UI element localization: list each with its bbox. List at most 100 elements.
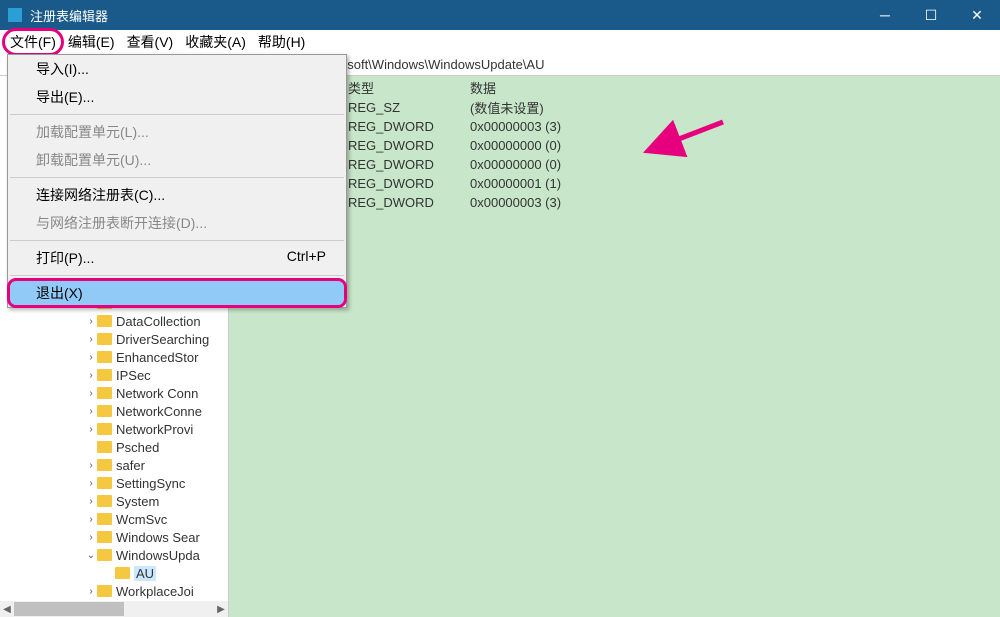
row-data: (数值未设置) [466, 98, 666, 117]
folder-icon [97, 423, 112, 435]
tree-item[interactable]: Psched [0, 438, 228, 456]
menu-item-print[interactable]: 打印(P)... Ctrl+P [8, 244, 346, 272]
tree-item[interactable]: › WcmSvc [0, 510, 228, 528]
column-header-data[interactable]: 数据 [466, 78, 666, 98]
folder-icon [97, 351, 112, 363]
chevron-right-icon[interactable]: › [85, 586, 97, 597]
folder-icon [115, 567, 130, 579]
tree-item[interactable]: › Network Conn [0, 384, 228, 402]
maximize-button[interactable]: ☐ [908, 0, 954, 30]
menu-item-exit[interactable]: 退出(X) [8, 279, 346, 307]
tree-item-label: safer [116, 458, 145, 473]
folder-icon [97, 405, 112, 417]
tree-item[interactable]: ⌄ WindowsUpda [0, 546, 228, 564]
chevron-right-icon[interactable]: › [85, 424, 97, 435]
menu-help[interactable]: 帮助(H) [252, 30, 311, 54]
menu-edit[interactable]: 编辑(E) [62, 30, 121, 54]
tree-item-label: Windows Sear [116, 530, 200, 545]
tree-item[interactable]: AU [0, 564, 228, 582]
row-type: REG_DWORD [344, 138, 466, 153]
tree-item-label: WindowsUpda [116, 548, 200, 563]
tree-item-label: DataCollection [116, 314, 201, 329]
folder-icon [97, 387, 112, 399]
tree-item[interactable]: › EnhancedStor [0, 348, 228, 366]
chevron-right-icon[interactable]: › [85, 388, 97, 399]
chevron-right-icon[interactable]: › [85, 370, 97, 381]
chevron-right-icon[interactable]: › [85, 406, 97, 417]
tree-item-label: EnhancedStor [116, 350, 198, 365]
chevron-right-icon[interactable]: › [85, 316, 97, 327]
row-data: 0x00000001 (1) [466, 176, 666, 191]
chevron-down-icon[interactable]: ⌄ [85, 550, 97, 561]
folder-icon [97, 315, 112, 327]
minimize-button[interactable]: ─ [862, 0, 908, 30]
chevron-right-icon[interactable]: › [85, 496, 97, 507]
row-type: REG_DWORD [344, 176, 466, 191]
tree-item[interactable]: › SettingSync [0, 474, 228, 492]
menu-item-load-hive: 加载配置单元(L)... [8, 118, 346, 146]
chevron-right-icon[interactable]: › [85, 532, 97, 543]
table-row[interactable]: DayREG_DWORD0x00000000 (0) [344, 155, 1000, 174]
menu-item-export[interactable]: 导出(E)... [8, 83, 346, 111]
window-title: 注册表编辑器 [30, 6, 108, 25]
row-type: REG_SZ [344, 100, 466, 115]
tree-item[interactable]: ›WorkplaceJoi [0, 582, 228, 600]
table-row[interactable]: REG_DWORD0x00000000 (0) [344, 136, 1000, 155]
scroll-thumb[interactable] [14, 602, 124, 616]
menu-file[interactable]: 文件(F) [4, 30, 62, 54]
chevron-right-icon[interactable]: › [85, 478, 97, 489]
tree-item[interactable]: › NetworkProvi [0, 420, 228, 438]
titlebar: 注册表编辑器 ─ ☐ ✕ [0, 0, 1000, 30]
table-row[interactable]: EveryWeekREG_DWORD0x00000001 (1) [344, 174, 1000, 193]
folder-icon [97, 513, 112, 525]
tree-item-label: IPSec [116, 368, 151, 383]
table-row[interactable]: REG_SZ(数值未设置) [344, 98, 1000, 117]
chevron-right-icon[interactable]: › [85, 460, 97, 471]
row-data: 0x00000000 (0) [466, 138, 666, 153]
chevron-right-icon[interactable]: › [85, 334, 97, 345]
tree-item[interactable]: › DriverSearching [0, 330, 228, 348]
menu-favorites[interactable]: 收藏夹(A) [179, 30, 252, 54]
folder-icon [97, 585, 112, 597]
tree-item[interactable]: › System [0, 492, 228, 510]
menu-item-unload-hive: 卸载配置单元(U)... [8, 146, 346, 174]
tree-item-label: NetworkConne [116, 404, 202, 419]
row-type: REG_DWORD [344, 157, 466, 172]
menu-separator [10, 114, 344, 115]
tree-item[interactable]: › IPSec [0, 366, 228, 384]
chevron-right-icon[interactable]: › [85, 352, 97, 363]
menu-view[interactable]: 查看(V) [121, 30, 180, 54]
menu-item-connect-network[interactable]: 连接网络注册表(C)... [8, 181, 346, 209]
tree-horizontal-scrollbar[interactable]: ◀ ▶ [0, 601, 228, 617]
tree-item[interactable]: › NetworkConne [0, 402, 228, 420]
tree-item-label: DriverSearching [116, 332, 209, 347]
row-type: REG_DWORD [344, 195, 466, 210]
folder-icon [97, 459, 112, 471]
menu-separator [10, 177, 344, 178]
menu-separator [10, 275, 344, 276]
tree-item[interactable]: › DataCollection [0, 312, 228, 330]
tree-item-label: SettingSync [116, 476, 185, 491]
table-row[interactable]: TimeREG_DWORD0x00000003 (3) [344, 193, 1000, 212]
scroll-right-icon[interactable]: ▶ [214, 604, 228, 615]
tree-item-label: NetworkProvi [116, 422, 193, 437]
tree-item-label: System [116, 494, 159, 509]
file-dropdown-menu: 导入(I)... 导出(E)... 加载配置单元(L)... 卸载配置单元(U)… [7, 54, 347, 308]
tree-item[interactable]: › Windows Sear [0, 528, 228, 546]
menu-item-import[interactable]: 导入(I)... [8, 55, 346, 83]
print-shortcut: Ctrl+P [287, 248, 326, 268]
menu-item-disconnect-network: 与网络注册表断开连接(D)... [8, 209, 346, 237]
close-button[interactable]: ✕ [954, 0, 1000, 30]
address-path: osoft\Windows\WindowsUpdate\AU [340, 57, 544, 72]
menu-separator [10, 240, 344, 241]
tree-item-label: Network Conn [116, 386, 198, 401]
tree-item-label: WcmSvc [116, 512, 167, 527]
folder-icon [97, 549, 112, 561]
column-header-type[interactable]: 类型 [344, 78, 466, 98]
table-row[interactable]: REG_DWORD0x00000003 (3) [344, 117, 1000, 136]
scroll-left-icon[interactable]: ◀ [0, 604, 14, 615]
folder-icon [97, 495, 112, 507]
tree-item[interactable]: › safer [0, 456, 228, 474]
chevron-right-icon[interactable]: › [85, 514, 97, 525]
list-header: 类型 数据 [344, 76, 1000, 98]
